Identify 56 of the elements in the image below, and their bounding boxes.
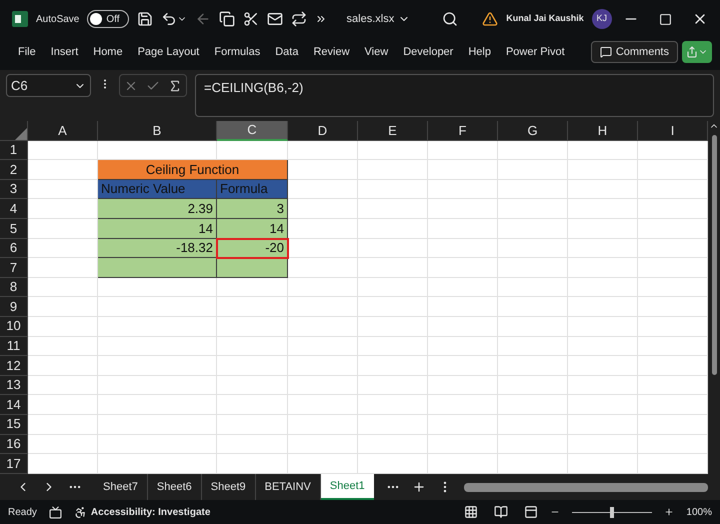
row-header[interactable]: 2 xyxy=(0,160,28,180)
row-header[interactable]: 16 xyxy=(0,434,28,454)
ribbon-tab[interactable]: View xyxy=(364,44,388,60)
row-header[interactable]: 12 xyxy=(0,356,28,376)
row-header[interactable]: 6 xyxy=(0,238,28,258)
comments-button[interactable]: Comments xyxy=(590,41,678,63)
ribbon-tab[interactable]: Formulas xyxy=(214,44,260,60)
table-cell[interactable]: 3 xyxy=(217,199,288,219)
row-header[interactable]: 3 xyxy=(0,180,28,200)
autosave-toggle[interactable]: Off xyxy=(87,10,129,28)
table-cell[interactable]: -20 xyxy=(217,238,288,258)
ribbon-tab[interactable]: Help xyxy=(468,44,491,60)
ribbon-tab[interactable]: Page Layout xyxy=(138,44,200,60)
user-name: Kunal Jai Kaushik xyxy=(506,12,584,26)
row-header[interactable]: 10 xyxy=(0,316,28,337)
column-header[interactable]: C xyxy=(217,121,288,141)
ribbon-tab[interactable]: Insert xyxy=(50,44,78,60)
row-header[interactable]: 9 xyxy=(0,297,28,317)
row-header[interactable]: 15 xyxy=(0,414,28,434)
autosave-label: AutoSave xyxy=(36,12,80,26)
column-header[interactable]: B xyxy=(98,121,217,141)
table-cell[interactable]: Ceiling Function xyxy=(98,160,288,180)
column-header[interactable]: E xyxy=(358,121,428,141)
row-header[interactable]: 14 xyxy=(0,395,28,415)
column-header[interactable]: G xyxy=(498,121,568,141)
column-header[interactable]: I xyxy=(638,121,708,141)
column-header[interactable]: F xyxy=(428,121,498,141)
ribbon-tab[interactable]: File xyxy=(18,44,36,60)
status-text: Ready xyxy=(8,506,37,520)
table-cell[interactable]: 2.39 xyxy=(98,199,217,219)
user-avatar[interactable]: KJ xyxy=(592,9,612,29)
row-header[interactable]: 8 xyxy=(0,278,28,298)
ribbon-tab[interactable]: Home xyxy=(93,44,123,60)
row-header[interactable]: 4 xyxy=(0,199,28,219)
column-header[interactable]: H xyxy=(568,121,638,141)
name-box[interactable]: C6 xyxy=(6,74,91,97)
ribbon-tab[interactable]: Data xyxy=(275,44,298,60)
ribbon-tab[interactable]: Developer xyxy=(403,44,454,60)
file-name-button[interactable]: sales.xlsx xyxy=(346,10,410,28)
row-header[interactable]: 5 xyxy=(0,218,28,239)
column-header[interactable]: D xyxy=(288,121,358,141)
row-header[interactable]: 11 xyxy=(0,336,28,356)
table-cell[interactable]: 14 xyxy=(98,218,217,239)
accessibility-status[interactable]: Accessibility: Investigate xyxy=(90,504,210,520)
column-header[interactable]: A xyxy=(28,121,98,141)
row-header[interactable]: 13 xyxy=(0,376,28,396)
row-header[interactable]: 7 xyxy=(0,258,28,278)
row-header[interactable]: 1 xyxy=(0,140,28,160)
formula-field[interactable]: =CEILING(B6,-2) xyxy=(195,74,714,117)
zoom-percent: 100% xyxy=(686,506,712,520)
row-header[interactable]: 17 xyxy=(0,454,28,474)
sheet-tab[interactable]: Sheet1 xyxy=(320,474,374,500)
table-cell[interactable]: -18.32 xyxy=(98,238,217,258)
ribbon-tab[interactable]: Power Pivot xyxy=(506,44,565,60)
table-cell[interactable]: 14 xyxy=(217,218,288,239)
ribbon-tab[interactable]: Review xyxy=(313,44,350,60)
